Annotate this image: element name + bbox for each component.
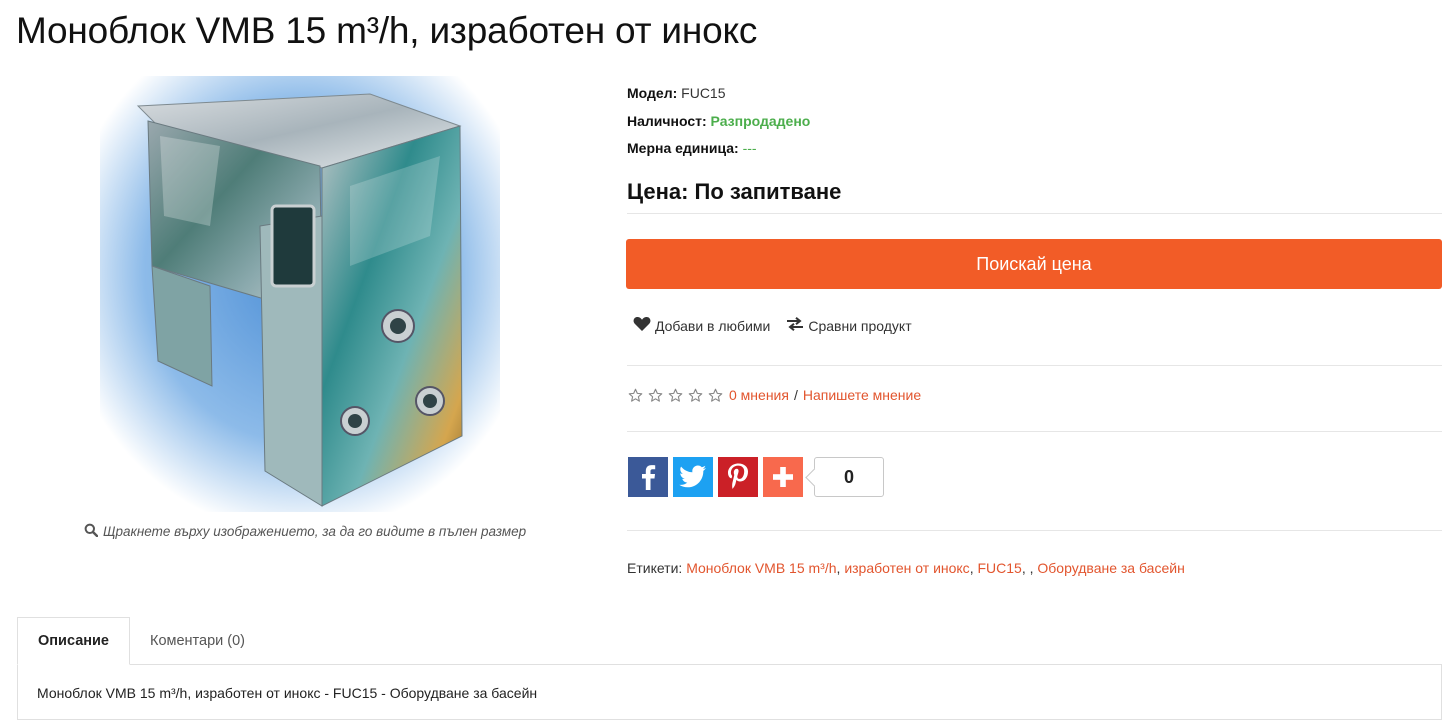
twitter-share-button[interactable] <box>673 457 713 497</box>
availability-value: Разпродадено <box>710 112 811 129</box>
unit-row: Мерна единица: --- <box>627 135 1442 163</box>
product-tabs: Описание Коментари (0) <box>17 617 265 665</box>
tab-content-description: Моноблок VMB 15 m³/h, изработен от инокс… <box>17 664 1442 720</box>
model-row: Модел: FUC15 <box>627 80 1442 108</box>
product-image[interactable] <box>100 76 500 512</box>
availability-label: Наличност: <box>627 112 707 129</box>
star-icon <box>626 386 644 404</box>
model-value: FUC15 <box>681 85 726 101</box>
product-price: Цена: По запитване <box>627 179 842 204</box>
rating-row: 0 мнения / Напишете мнение <box>626 386 921 404</box>
write-review-link[interactable]: Напишете мнение <box>803 387 921 403</box>
star-icon <box>686 386 704 404</box>
product-title: Моноблок VMB 15 m³/h, изработен от инокс <box>16 10 758 51</box>
model-label: Модел: <box>627 85 678 101</box>
unit-label: Мерна единица: <box>627 140 739 156</box>
tag-link[interactable]: изработен от инокс <box>844 560 969 576</box>
search-icon <box>84 523 99 540</box>
heart-icon <box>633 316 651 335</box>
compare-product-link[interactable]: Сравни продукт <box>786 316 912 335</box>
share-buttons: 0 <box>628 457 884 497</box>
twitter-icon <box>679 465 706 488</box>
share-count: 0 <box>814 457 884 497</box>
divider <box>627 365 1442 366</box>
reviews-count-link[interactable]: 0 мнения <box>729 387 789 403</box>
availability-row: Наличност: Разпродадено <box>627 108 1442 136</box>
star-icon <box>666 386 684 404</box>
compare-label: Сравни продукт <box>808 317 912 334</box>
pinterest-share-button[interactable] <box>718 457 758 497</box>
plus-icon <box>773 467 793 487</box>
tag-link[interactable]: Моноблок VMB 15 m³/h <box>686 560 836 576</box>
tags-row: Етикети: Моноблок VMB 15 m³/h, изработен… <box>627 560 1185 576</box>
exchange-icon <box>786 317 804 334</box>
product-image-graphic <box>100 76 500 512</box>
tag-link[interactable]: Оборудване за басейн <box>1037 560 1184 576</box>
product-info: Модел: FUC15 Наличност: Разпродадено Мер… <box>627 80 1442 163</box>
pinterest-icon <box>728 463 748 489</box>
tags-label: Етикети: <box>627 560 683 576</box>
rating-stars <box>626 386 724 404</box>
tag-link[interactable]: FUC15 <box>977 560 1021 576</box>
facebook-icon <box>642 465 656 490</box>
divider <box>627 213 1442 214</box>
ask-price-button[interactable]: Поискай цена <box>626 239 1442 289</box>
facebook-share-button[interactable] <box>628 457 668 497</box>
tab-comments[interactable]: Коментари (0) <box>130 617 265 665</box>
add-to-wishlist-link[interactable]: Добави в любими <box>633 316 770 335</box>
zoom-hint-text: Щракнете върху изображението, за да го в… <box>103 524 527 539</box>
tab-description[interactable]: Описание <box>17 617 130 665</box>
wishlist-label: Добави в любими <box>655 317 771 334</box>
product-actions: Добави в любими Сравни продукт <box>633 316 912 335</box>
image-zoom-hint: Щракнете върху изображението, за да го в… <box>84 523 526 540</box>
divider <box>627 431 1442 432</box>
divider <box>627 530 1442 531</box>
star-icon <box>646 386 664 404</box>
unit-value: --- <box>742 140 757 156</box>
star-icon <box>706 386 724 404</box>
addthis-share-button[interactable] <box>763 457 803 497</box>
rating-separator: / <box>793 387 798 403</box>
